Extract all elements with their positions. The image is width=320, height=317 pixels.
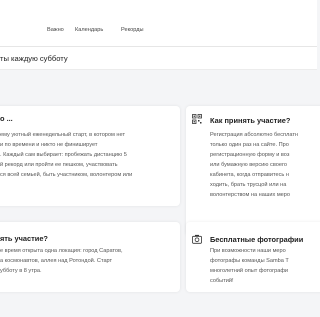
text-line: событий! [210,278,234,284]
text-line: многолетний опыт фотографи [210,268,289,274]
info-card-how-to-join: Как принять участие? Регистрация абсолют… [186,106,320,236]
camera-icon [192,234,202,244]
text-line: регистрационную форму и воз [210,152,290,158]
text-line: а космонавтов, аллея над Ротондой. Старт [0,258,113,264]
section-title-about: о ... [0,114,13,123]
info-card-free-photos: Бесплатные фотографии При возможности на… [186,222,320,292]
text-line: При возможности наши меро [210,248,286,254]
location-text: е время открыта одна локация: город Сара… [0,246,180,276]
nav-link-calendar[interactable]: Календарь [75,27,103,33]
section-title-how-to-join: Как принять участие? [210,116,291,125]
text-line: ся всей семьей, быть участником, волонте… [0,172,133,178]
info-card-location: ять участие? е время открыта одна локаци… [0,222,180,292]
text-line: ему уютный еженедельный старт, в котором… [0,132,125,138]
text-line: е время открыта одна локация: город Сара… [0,248,123,254]
text-line: ходить, брать трусцой или на [210,182,287,188]
free-photos-text: При возможности наши меро фотографы кома… [210,246,320,286]
text-line: и по времени и никто не финиширует [0,142,98,148]
section-title-free-photos: Бесплатные фотографии [210,235,304,244]
top-navigation: Важно Календарь Рекорды [0,0,317,47]
text-line: или бумажную версию своего [210,162,287,168]
nav-link-records[interactable]: Рекорды [121,27,143,33]
nav-link-important[interactable]: Важно [47,27,64,33]
section-title-location: ять участие? [0,234,48,243]
how-to-join-text: Регистрация абсолютно бесплатн только од… [210,130,320,200]
text-line: волонтерством на наших меро [210,192,291,198]
qr-code-icon [192,114,202,124]
subheader-text: ты каждую субботу [0,54,68,63]
info-card-about: о ... ему уютный еженедельный старт, в к… [0,106,180,206]
text-line: й рекорд или пройти ее пешком, участвова… [0,162,118,168]
text-line: только один раз на сайте. Про [210,142,289,148]
subheader: ты каждую субботу [0,47,317,70]
text-line: кабинета, когда отправитесь н [210,172,289,178]
text-line: убботу в 8 утра. [0,268,42,274]
text-line: фотографы команды Samba T [210,258,289,264]
text-line: . Каждый сам выбирает: пробежать дистанц… [0,152,127,158]
about-text: ему уютный еженедельный старт, в котором… [0,130,180,180]
text-line: Регистрация абсолютно бесплатн [210,132,298,138]
